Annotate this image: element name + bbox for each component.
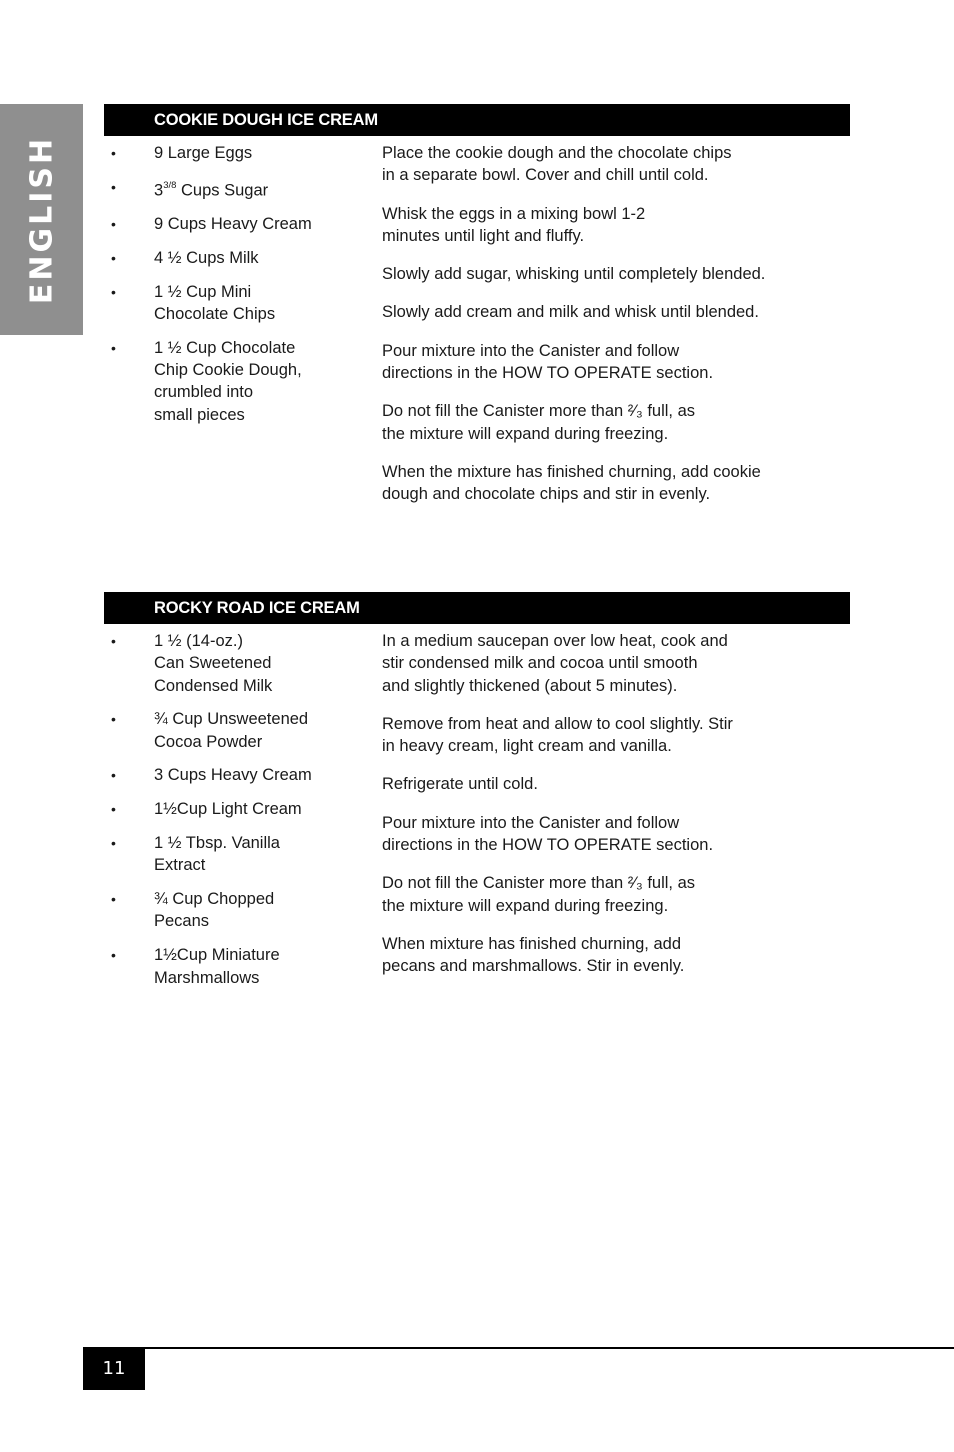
bullet-icon: •	[111, 283, 116, 300]
bullet-icon: •	[111, 801, 116, 818]
recipe-cookie-dough: COOKIE DOUGH ICE CREAM • 9 Large Eggs • 33…	[104, 104, 850, 503]
instruction-step: Do not fill the Canister more than ²⁄₃ f…	[382, 874, 696, 915]
ingredient-item: • ¾ Cup Unsweetened Cocoa Powder	[111, 710, 309, 751]
bullet-icon: •	[111, 145, 116, 161]
page-number: 11	[83, 1348, 145, 1390]
instruction-step: In a medium saucepan over low heat, cook…	[382, 632, 728, 695]
instruction-step: Remove from heat and allow to cool sligh…	[382, 714, 733, 756]
language-label: ENGLISH	[24, 135, 59, 304]
instruction-step: Place the cookie dough and the chocolate…	[382, 144, 732, 185]
instruction-step: Slowly add cream and milk and whisk unti…	[382, 303, 759, 322]
instruction-step: Refrigerate until cold.	[382, 775, 538, 794]
ingredient-item: • ¾ Cup Chopped Pecans	[111, 890, 275, 931]
bullet-icon: •	[111, 633, 116, 649]
ingredient-item: • 1½Cup Light Cream	[104, 798, 364, 820]
bullet-icon: •	[111, 339, 116, 356]
bullet-icon: •	[111, 216, 116, 233]
recipe-title: ROCKY ROAD ICE CREAM	[104, 592, 850, 624]
ingredient-list: • 1 ½ (14-oz.) Can Sweetened Condensed Mi…	[104, 630, 364, 1000]
instruction-step: Pour mixture into the Canister and follo…	[382, 341, 714, 383]
instruction-step: Whisk the eggs in a mixing bowl 1-2 minu…	[382, 204, 646, 245]
instruction-step: Slowly add sugar, whisking until complet…	[382, 265, 766, 284]
instruction-list: Place the cookie dough and the chocolate…	[382, 142, 852, 522]
ingredient-item: • 9 Large Eggs	[104, 142, 364, 164]
ingredient-item: • 4 ½ Cups Milk	[104, 247, 364, 269]
ingredient-item: • 3 Cups Heavy Cream	[104, 764, 364, 786]
recipe-title: COOKIE DOUGH ICE CREAM	[104, 104, 850, 136]
bullet-icon: •	[111, 767, 116, 784]
footer-rule	[83, 1347, 954, 1349]
recipe-rocky-road: ROCKY ROAD ICE CREAM • 1 ½ (14-oz.) Can S…	[104, 592, 850, 987]
bullet-icon: •	[111, 891, 116, 908]
ingredient-item: • 33/8 Cups Sugar	[104, 176, 364, 202]
bullet-icon: •	[111, 249, 116, 266]
instruction-step: Pour mixture into the Canister and follo…	[382, 813, 714, 855]
instruction-list: In a medium saucepan over low heat, cook…	[382, 630, 852, 994]
ingredient-item: • 1 ½ (14-oz.) Can Sweetened Condensed Mi…	[111, 632, 273, 695]
ingredient-item: • 1 ½ Tbsp. Vanilla Extract	[111, 834, 280, 875]
bullet-icon: •	[111, 947, 116, 964]
bullet-icon: •	[111, 178, 116, 195]
bullet-icon: •	[111, 835, 116, 852]
ingredient-list: • 9 Large Eggs • 33/8 Cups Sugar • 9 Cups H…	[104, 142, 364, 437]
ingredient-item: • 1½Cup Miniature Marshmallows	[111, 946, 280, 987]
bullet-icon: •	[111, 711, 116, 728]
instruction-step: When the mixture has finished churning, …	[382, 462, 761, 504]
ingredient-item: • 9 Cups Heavy Cream	[104, 213, 364, 235]
language-side-tab: ENGLISH	[0, 104, 83, 335]
ingredient-item: • 1 ½ Cup Mini Chocolate Chips	[111, 282, 276, 323]
instruction-step: Do not fill the Canister more than ²⁄₃ f…	[382, 402, 696, 443]
fraction-superscript: 3/8	[163, 179, 177, 191]
ingredient-item: • 1 ½ Cup Chocolate Chip Cookie Dough, cr…	[111, 338, 302, 424]
instruction-step: When mixture has finished churning, add …	[382, 934, 685, 976]
